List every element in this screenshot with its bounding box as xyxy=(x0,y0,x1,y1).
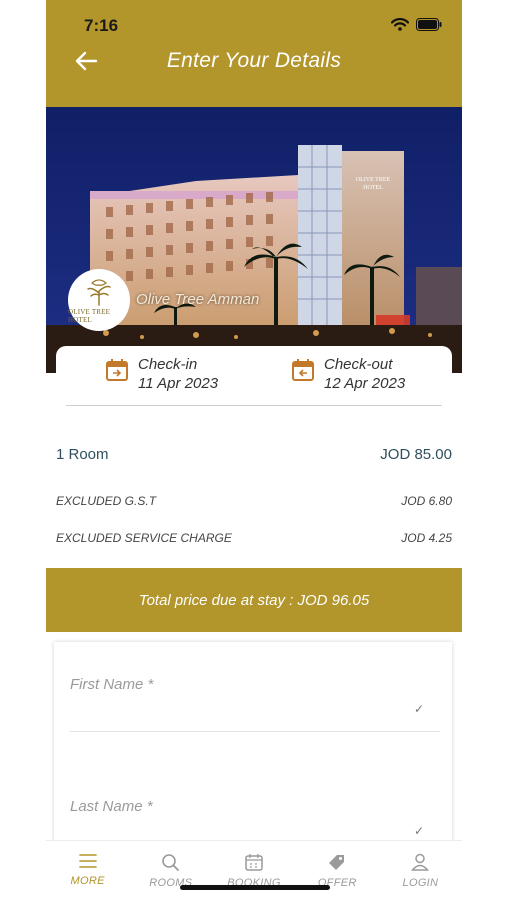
calendar-checkin-icon xyxy=(106,359,128,381)
gst-price: JOD 6.80 xyxy=(401,494,452,508)
total-price-bar: Total price due at stay : JOD 96.05 xyxy=(46,568,462,632)
menu-icon xyxy=(78,854,97,868)
checkout-date: 12 Apr 2023 xyxy=(324,375,406,392)
tab-login-label: LOGIN xyxy=(402,877,439,889)
first-name-check-icon: ✓ xyxy=(413,702,424,716)
total-price-text: Total price due at stay : JOD 96.05 xyxy=(138,591,370,609)
header-bar: 7:16 Enter Your Details xyxy=(46,0,462,107)
svg-text:HOTEL: HOTEL xyxy=(363,185,383,191)
last-name-check-icon: ✓ xyxy=(413,824,424,838)
tab-booking[interactable]: BOOKING xyxy=(212,841,295,900)
checkin-label: Check-in xyxy=(138,356,198,373)
last-name-placeholder: Last Name * xyxy=(70,798,153,815)
tab-rooms[interactable]: ROOMS xyxy=(129,841,212,900)
hotel-name: Olive Tree Amman xyxy=(136,291,260,308)
hotel-logo-text: OLIVE TREE HOTEL xyxy=(68,307,111,324)
search-icon xyxy=(161,854,179,871)
calendar-checkout-icon xyxy=(292,359,314,381)
checkin-block[interactable]: Check-in 11 Apr 2023 xyxy=(106,356,218,393)
service-charge-price: JOD 4.25 xyxy=(401,531,452,545)
calendar-icon xyxy=(245,854,263,871)
divider xyxy=(66,405,442,406)
hotel-sign-text: OLIVE TREE xyxy=(356,177,391,183)
hotel-logo: OLIVE TREE HOTEL xyxy=(68,269,130,331)
tab-offer[interactable]: OFFER xyxy=(296,841,379,900)
first-name-field[interactable]: First Name * ✓ xyxy=(70,676,440,732)
wifi-icon xyxy=(391,18,409,31)
rooms-price-row: 1 Room JOD 85.00 xyxy=(56,446,452,463)
olive-tree-icon xyxy=(87,278,111,306)
tab-more[interactable]: MORE xyxy=(46,841,129,900)
battery-icon xyxy=(416,18,442,31)
checkout-label: Check-out xyxy=(324,356,393,373)
guest-details-form: First Name * ✓ Last Name * ✓ xyxy=(54,642,452,852)
checkout-block[interactable]: Check-out 12 Apr 2023 xyxy=(292,356,405,393)
bottom-tab-bar: MORE ROOMS BOOKING OFFER LOGIN xyxy=(46,840,462,900)
rooms-label: 1 Room xyxy=(56,446,109,463)
service-charge-row: EXCLUDED SERVICE CHARGE JOD 4.25 xyxy=(56,531,452,545)
first-name-placeholder: First Name * xyxy=(70,676,154,693)
tab-login[interactable]: LOGIN xyxy=(379,841,462,900)
stay-dates-card: Check-in 11 Apr 2023 Check-out 12 Apr 20… xyxy=(56,346,452,406)
service-charge-label: EXCLUDED SERVICE CHARGE xyxy=(56,531,232,545)
page-title: Enter Your Details xyxy=(166,49,342,72)
status-icons xyxy=(391,18,442,31)
home-indicator[interactable] xyxy=(180,885,330,890)
rooms-price: JOD 85.00 xyxy=(380,446,452,463)
checkin-date: 11 Apr 2023 xyxy=(138,375,219,392)
gst-row: EXCLUDED G.S.T JOD 6.80 xyxy=(56,494,452,508)
tab-more-label: MORE xyxy=(70,875,105,887)
gst-label: EXCLUDED G.S.T xyxy=(56,494,157,508)
user-icon xyxy=(411,853,430,871)
tag-icon xyxy=(329,855,345,870)
app-screen: 7:16 Enter Your Details OLIVE TREE HOTEL… xyxy=(46,0,462,900)
hotel-hero-image: OLIVE TREE HOTEL OLIVE TREE HOTEL Olive … xyxy=(46,107,462,373)
status-time: 7:16 xyxy=(84,16,119,35)
